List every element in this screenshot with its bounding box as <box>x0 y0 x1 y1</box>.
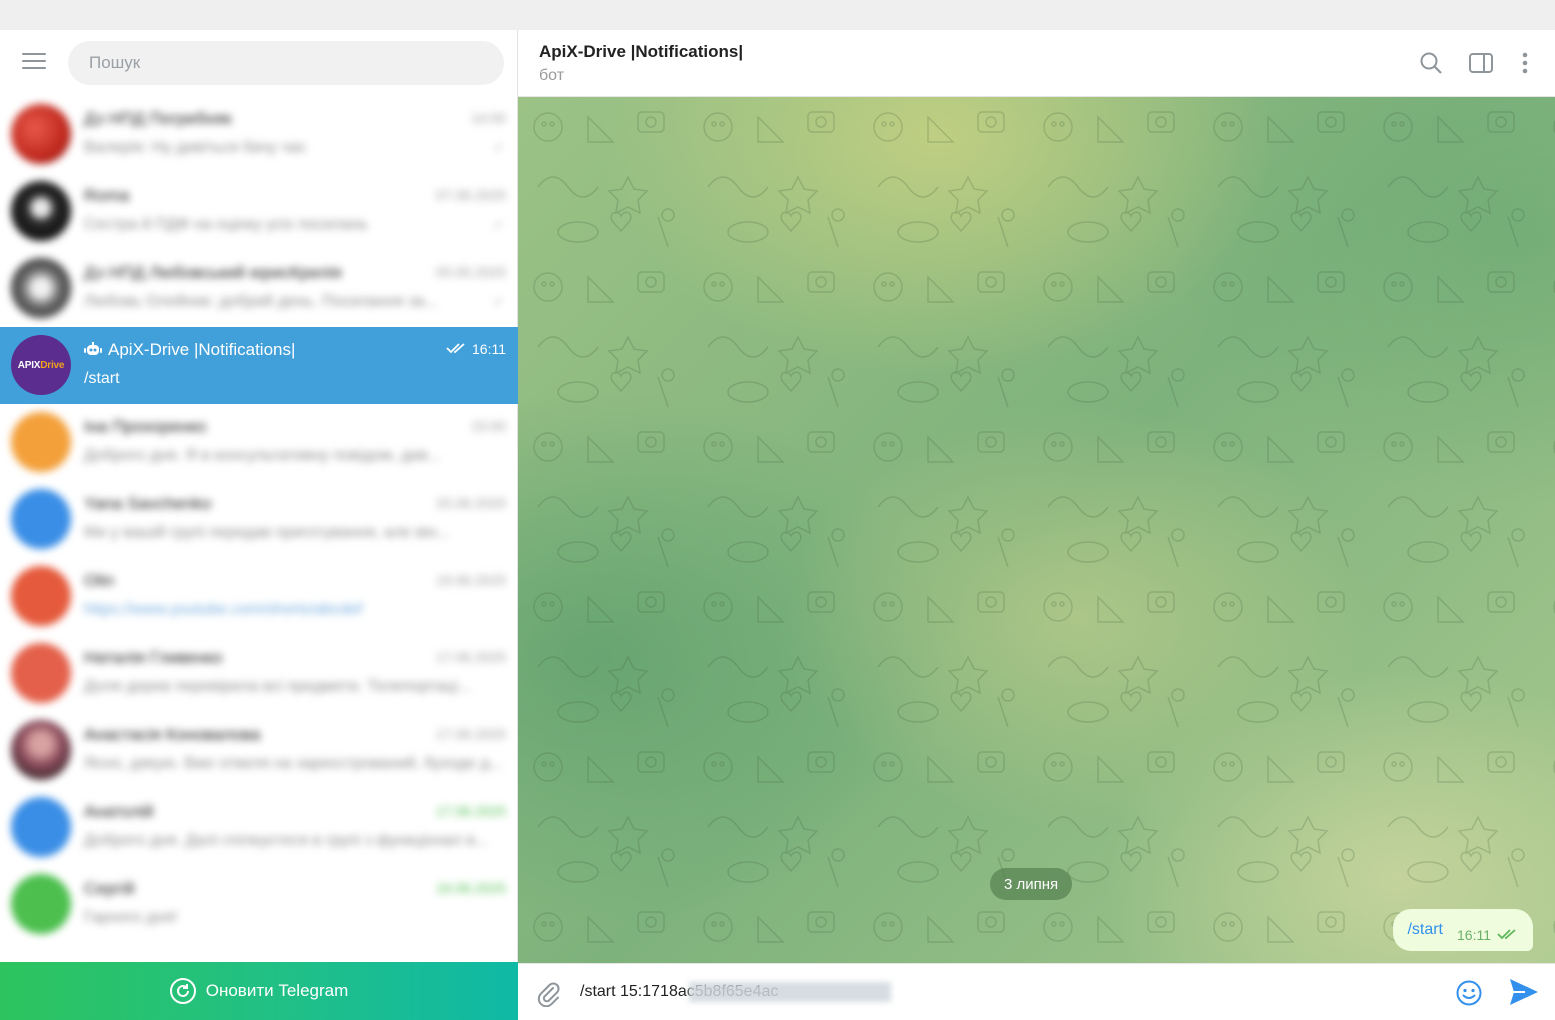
chat-subtitle: бот <box>539 67 565 84</box>
sidebar-toggle-icon[interactable] <box>1468 50 1494 76</box>
menu-icon[interactable] <box>22 53 46 73</box>
sidebar-header <box>0 30 518 96</box>
chat-list: Дз НПД Погребняк Валерія: Ну дивіться ба… <box>0 96 518 962</box>
chat-list-item[interactable]: Дз НПД Погребняк Валерія: Ну дивіться ба… <box>0 96 518 173</box>
chat-time: 14:00 <box>470 110 506 126</box>
more-icon[interactable] <box>1512 50 1538 76</box>
search-icon[interactable] <box>1418 50 1444 76</box>
avatar <box>11 643 71 703</box>
send-icon[interactable] <box>1508 977 1540 1007</box>
chat-list-item[interactable]: Дз НПД Любовський юрисКрилія Любовь Олей… <box>0 250 518 327</box>
avatar <box>11 258 71 318</box>
pin-icon: ✓ <box>493 217 504 232</box>
chat-panel: ApiX-Drive |Notifications| бот 3 липня /… <box>518 30 1555 1020</box>
pin-icon: ✓ <box>493 140 504 155</box>
chat-preview: Доброго дня. Я в консультативну повідом,… <box>84 447 441 464</box>
apix-drive-avatar: APIX Drive <box>11 335 71 395</box>
outgoing-message[interactable]: /start 16:11 <box>1393 909 1533 951</box>
update-telegram-button[interactable]: Оновити Telegram <box>0 962 518 1020</box>
chat-time: 25.06.2025 <box>435 495 506 511</box>
chat-name: Roma <box>84 186 130 205</box>
chat-header[interactable]: ApiX-Drive |Notifications| бот <box>518 30 1555 97</box>
chat-time: 16:11 <box>446 341 506 357</box>
double-check-icon <box>446 343 465 354</box>
chat-preview: Любовь Олейник: добрий день. Посилання з… <box>84 293 438 310</box>
avatar <box>11 566 71 626</box>
sidebar: Дз НПД Погребняк Валерія: Ну дивіться ба… <box>0 30 518 1020</box>
avatar <box>11 720 71 780</box>
chat-time: 17.06.2025 <box>435 803 506 819</box>
chat-time: 15:00 <box>470 418 506 434</box>
chat-time: 05.05.2025 <box>435 264 506 280</box>
avatar <box>11 797 71 857</box>
chat-preview: Ясно, дякую. Вже отвеля на зареєстровани… <box>84 755 503 772</box>
chat-preview: /start <box>84 370 120 387</box>
double-check-icon <box>1497 929 1516 940</box>
search-input[interactable] <box>68 41 504 85</box>
pin-icon: ✓ <box>493 294 504 309</box>
chat-name: Дз НПД Погребняк <box>84 109 232 128</box>
bot-icon <box>84 342 102 355</box>
chat-preview: Гарного дня! <box>84 909 178 926</box>
message-composer <box>518 963 1555 1020</box>
chat-preview: https://www.youtube.com/shorts/abcdef <box>84 601 363 618</box>
chat-list-item[interactable]: Іна Прохоренко Доброго дня. Я в консульт… <box>0 404 518 481</box>
chat-list-item-apix-drive[interactable]: APIX Drive ApiX-Drive |Notifications| /st… <box>0 327 518 404</box>
window-titlebar <box>0 0 1555 30</box>
chat-time: 17.06.2025 <box>435 649 506 665</box>
chat-preview: Ми у вашій групі передав приготування, а… <box>84 524 450 541</box>
chat-name: Анатолій <box>84 802 154 821</box>
chat-name: Наталія Гливенко <box>84 648 223 667</box>
chat-list-item[interactable]: Сергій Гарного дня! 16.06.2025 <box>0 866 518 943</box>
chat-list-item[interactable]: Olin https://www.youtube.com/shorts/abcd… <box>0 558 518 635</box>
update-icon <box>169 978 196 1004</box>
chat-time: 17.06.2025 <box>435 726 506 742</box>
avatar <box>11 412 71 472</box>
chat-list-item[interactable]: Анатолій Доброго дня. Далі спілкуєтеся в… <box>0 789 518 866</box>
chat-list-item[interactable]: Roma Сестра й ПДФ на оцінку усіх посилан… <box>0 173 518 250</box>
chat-background: 3 липня /start 16:11 <box>518 97 1555 963</box>
redacted-text <box>689 982 891 1002</box>
chat-preview: Сестра й ПДФ на оцінку усіх посилань <box>84 216 368 233</box>
chat-list-item[interactable]: Yana Savchenko Ми у вашій групі передав … <box>0 481 518 558</box>
chat-time: 19.06.2025 <box>435 572 506 588</box>
message-time: 16:11 <box>1457 927 1491 943</box>
chat-title: ApiX-Drive |Notifications| <box>539 42 744 61</box>
message-text[interactable]: /start <box>1407 921 1443 939</box>
avatar <box>11 104 71 164</box>
wallpaper-pattern <box>518 97 1555 963</box>
chat-name: Сергій <box>84 879 135 898</box>
chat-preview: Доля дерев перевірила всі предмети. Теле… <box>84 678 471 695</box>
avatar <box>11 874 71 934</box>
chat-name: Yana Savchenko <box>84 494 212 513</box>
chat-name: Дз НПД Любовський юрисКрилія <box>84 263 342 282</box>
avatar <box>11 489 71 549</box>
chat-name: Іна Прохоренко <box>84 417 207 436</box>
chat-name: Olin <box>84 571 115 590</box>
chat-list-item[interactable]: Анастасія Коновалова Ясно, дякую. Вже от… <box>0 712 518 789</box>
avatar <box>11 181 71 241</box>
emoji-icon[interactable] <box>1455 979 1483 1007</box>
attach-icon[interactable] <box>534 979 562 1007</box>
chat-preview: Доброго дня. Далі спілкуєтеся в групі з … <box>84 832 489 849</box>
date-separator: 3 липня <box>990 868 1073 900</box>
chat-name: ApiX-Drive |Notifications| <box>84 340 295 360</box>
chat-preview: Валерія: Ну дивіться бачу час <box>84 139 307 156</box>
chat-list-item[interactable]: Наталія Гливенко Доля дерев перевірила в… <box>0 635 518 712</box>
update-label: Оновити Telegram <box>205 981 349 1000</box>
chat-name: Анастасія Коновалова <box>84 725 261 744</box>
chat-time: 16.06.2025 <box>435 880 506 896</box>
chat-time: 07.06.2025 <box>435 187 506 203</box>
